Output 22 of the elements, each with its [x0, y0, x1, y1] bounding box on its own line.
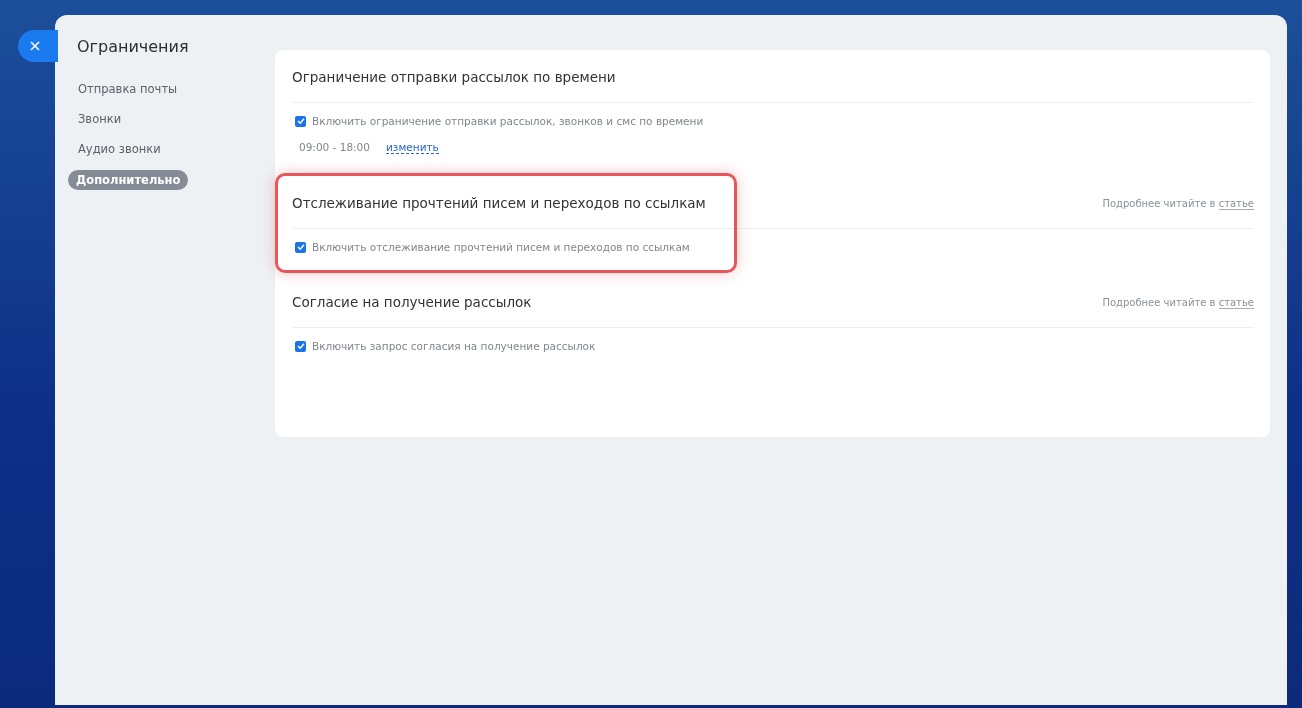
article-link[interactable]: статье	[1218, 296, 1254, 309]
edit-link[interactable]: изменить	[386, 141, 439, 154]
close-icon	[30, 41, 40, 51]
checkbox-label: Включить отслеживание прочтений писем и переходов по ссылкам	[312, 241, 690, 253]
checkbox[interactable]	[295, 340, 306, 352]
checkbox[interactable]	[295, 115, 306, 127]
section-title: Отслеживание прочтений писем и переходов по ссылкам	[292, 195, 706, 211]
article-link[interactable]: статье	[1218, 197, 1254, 210]
panel-title: Ограничения	[77, 37, 190, 56]
section-title: Согласие на получение рассылок	[292, 294, 532, 310]
nav-item[interactable]: Отправка почты	[68, 80, 186, 98]
time-range: 09:00 - 18:00	[299, 141, 370, 154]
hint-text: Подробнее читайте в статье	[1102, 296, 1254, 308]
checkbox[interactable]	[295, 241, 306, 253]
nav-item[interactable]: Дополнительно	[68, 170, 189, 190]
section-title: Ограничение отправки рассылок по времени	[292, 69, 616, 85]
nav-item[interactable]: Аудио звонки	[68, 140, 169, 158]
nav-item[interactable]: Звонки	[68, 110, 130, 128]
hint-text: Подробнее читайте в статье	[1102, 197, 1254, 209]
close-button[interactable]	[18, 30, 58, 62]
checkbox-label: Включить запрос согласия на получение рассылок	[312, 340, 596, 352]
checkbox-label: Включить ограничение отправки рассылок, звонков и смс по времени	[312, 115, 704, 127]
